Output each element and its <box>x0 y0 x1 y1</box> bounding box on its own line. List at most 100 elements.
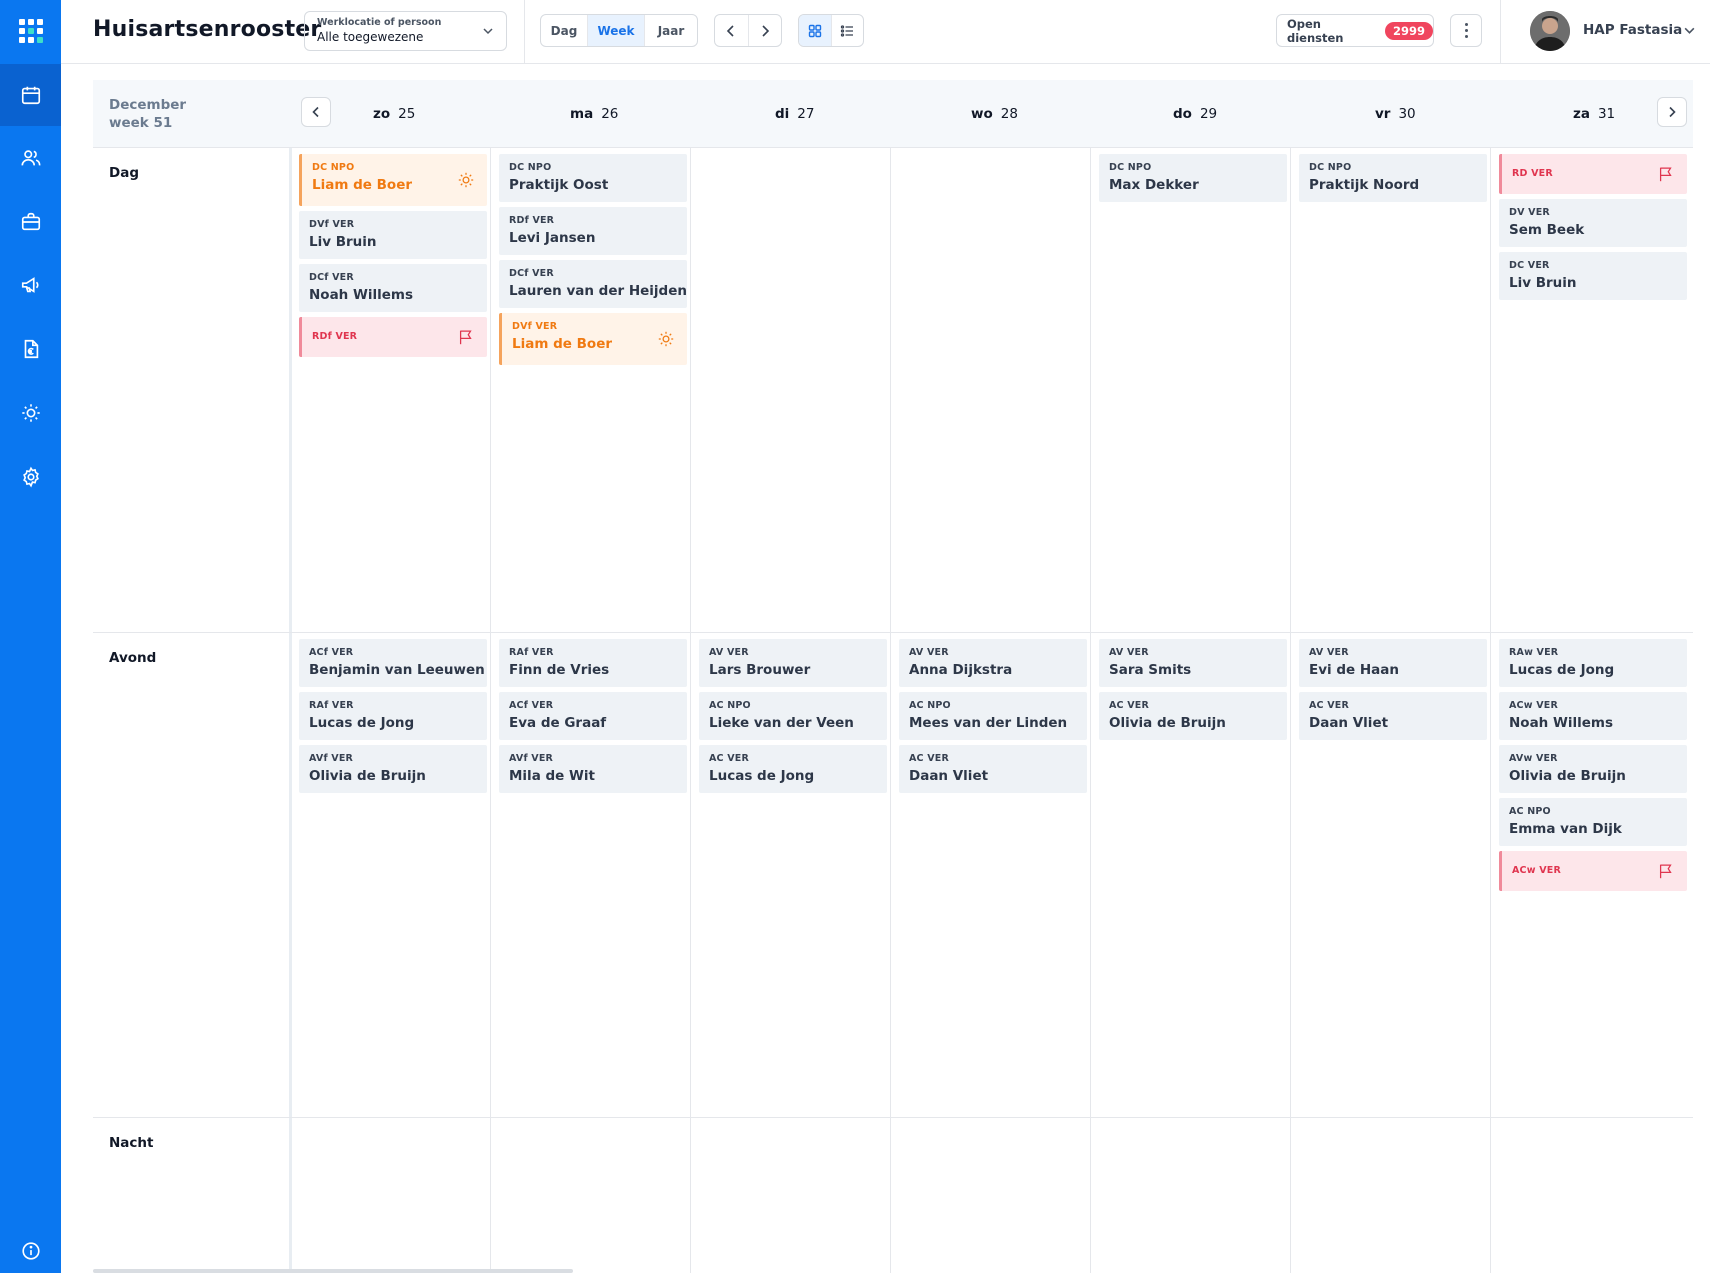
period-nav <box>714 14 782 47</box>
shift-card[interactable]: AV VER Evi de Haan <box>1299 639 1487 687</box>
shift-card[interactable]: RAf VER Finn de Vries <box>499 639 687 687</box>
shift-person-name: Lars Brouwer <box>709 662 811 678</box>
user-name[interactable]: HAP Fastasia <box>1583 22 1682 38</box>
shift-code: DC VER <box>1509 260 1550 271</box>
shift-code: AVf VER <box>309 753 354 764</box>
shift-card[interactable]: DC NPO Max Dekker <box>1099 154 1287 202</box>
grid-view-button[interactable] <box>799 15 832 46</box>
week-calendar: December week 51 zo 25 ma 26 di 27 wo 28 do 29 vr 3… <box>93 80 1693 1273</box>
shift-card[interactable]: AV VER Sara Smits <box>1099 639 1287 687</box>
shift-code: RDf VER <box>509 215 555 226</box>
sidebar-item-settings[interactable] <box>0 446 61 508</box>
day-header-di: di 27 <box>775 106 814 122</box>
open-shift-card[interactable]: ACw VER <box>1499 851 1687 891</box>
shift-person-name: Liv Bruin <box>1509 275 1577 291</box>
shift-card[interactable]: ACw VER Noah Willems <box>1499 692 1687 740</box>
chevron-down-icon[interactable] <box>1683 24 1696 37</box>
location-select-label: Werklocatie of persoon <box>317 17 442 28</box>
apps-grid-icon[interactable] <box>0 0 61 61</box>
shift-card[interactable]: AC NPO Emma van Dijk <box>1499 798 1687 846</box>
shift-card[interactable]: DCf VER Lauren van der Heijden <box>499 260 687 308</box>
sidebar-item-users[interactable] <box>0 127 61 189</box>
location-person-select[interactable]: Werklocatie of persoon Alle toegewezene <box>304 11 507 51</box>
open-shift-card[interactable]: RDf VER <box>299 317 487 357</box>
shift-card[interactable]: AC NPO Mees van der Linden <box>899 692 1087 740</box>
more-options-button[interactable] <box>1450 14 1482 47</box>
shift-person-name: Lucas de Jong <box>1509 662 1615 678</box>
view-day-button[interactable]: Dag <box>541 15 588 46</box>
row-divider <box>93 1117 1693 1118</box>
day-header-vr: vr 30 <box>1375 106 1416 122</box>
page-title: Huisartsenrooster <box>93 17 322 42</box>
day-number: 28 <box>1000 106 1018 122</box>
sidebar-item-calendar[interactable] <box>0 64 61 126</box>
shift-card[interactable]: DVf VER Liam de Boer <box>499 313 687 365</box>
open-shifts-button[interactable]: Open diensten 2999 <box>1276 14 1434 47</box>
shift-code: DVf VER <box>309 219 355 230</box>
chevron-left-icon <box>312 106 319 118</box>
shift-card[interactable]: ACf VER Eva de Graaf <box>499 692 687 740</box>
shift-card[interactable]: DC NPO Praktijk Noord <box>1299 154 1487 202</box>
shift-person-name: Olivia de Bruijn <box>1509 768 1626 784</box>
open-shift-card[interactable]: RD VER <box>1499 154 1687 194</box>
day-abbr: vr <box>1375 106 1391 122</box>
open-shifts-count-badge: 2999 <box>1384 21 1433 40</box>
briefcase-icon <box>21 212 40 231</box>
shift-card[interactable]: DC NPO Liam de Boer <box>299 154 487 206</box>
next-week-button[interactable] <box>1657 97 1687 127</box>
sidebar-item-vacation[interactable] <box>0 382 61 444</box>
shift-card[interactable]: AV VER Lars Brouwer <box>699 639 887 687</box>
shift-card[interactable]: ACf VER Benjamin van Leeuwen <box>299 639 487 687</box>
previous-period-button[interactable] <box>715 15 749 46</box>
view-mode-switch: Dag Week Jaar <box>540 14 698 47</box>
flag-icon <box>1659 167 1672 182</box>
shift-card[interactable]: AC VER Daan Vliet <box>899 745 1087 793</box>
avatar[interactable] <box>1530 11 1570 51</box>
sidebar-item-invoices[interactable] <box>0 318 61 380</box>
row-label-day: Dag <box>109 165 139 181</box>
shift-card[interactable]: AC NPO Lieke van der Veen <box>699 692 887 740</box>
shift-person-name: Sara Smits <box>1109 662 1192 678</box>
day-abbr: di <box>775 106 790 122</box>
shift-person-name: Praktijk Oost <box>509 177 609 193</box>
sidebar-item-work[interactable] <box>0 191 61 253</box>
shift-person-name: Finn de Vries <box>509 662 610 678</box>
shift-code: AC NPO <box>709 700 751 711</box>
view-year-button[interactable]: Jaar <box>645 15 697 46</box>
shift-card[interactable]: DVf VER Liv Bruin <box>299 211 487 259</box>
shift-card[interactable]: AVf VER Olivia de Bruijn <box>299 745 487 793</box>
shift-card[interactable]: RAf VER Lucas de Jong <box>299 692 487 740</box>
shift-card[interactable]: AV VER Anna Dijkstra <box>899 639 1087 687</box>
shift-card[interactable]: DCf VER Noah Willems <box>299 264 487 312</box>
shift-card[interactable]: AVw VER Olivia de Bruijn <box>1499 745 1687 793</box>
shift-card[interactable]: AVf VER Mila de Wit <box>499 745 687 793</box>
shift-card[interactable]: DV VER Sem Beek <box>1499 199 1687 247</box>
shift-card[interactable]: RDf VER Levi Jansen <box>499 207 687 255</box>
day-header-za: za 31 <box>1573 106 1615 122</box>
shift-code: DC NPO <box>312 162 355 173</box>
shift-person-name: Emma van Dijk <box>1509 821 1622 837</box>
column-divider <box>690 148 691 1273</box>
day-number: 27 <box>797 106 815 122</box>
row-label-night: Nacht <box>109 1135 154 1151</box>
info-icon <box>21 1242 40 1260</box>
kebab-dot <box>1464 23 1468 26</box>
shift-card[interactable]: RAw VER Lucas de Jong <box>1499 639 1687 687</box>
shift-card[interactable]: DC VER Liv Bruin <box>1499 252 1687 300</box>
shift-code: RAf VER <box>309 700 354 711</box>
sidebar-item-announcements[interactable] <box>0 254 61 316</box>
list-view-button[interactable] <box>832 15 864 46</box>
shift-card[interactable]: AC VER Lucas de Jong <box>699 745 887 793</box>
column-divider <box>289 148 292 1273</box>
sidebar-item-info[interactable] <box>0 1229 61 1273</box>
shift-card[interactable]: DC NPO Praktijk Oost <box>499 154 687 202</box>
shift-card[interactable]: AC VER Daan Vliet <box>1299 692 1487 740</box>
next-period-button[interactable] <box>749 15 782 46</box>
users-icon <box>20 150 41 166</box>
horizontal-scrollbar[interactable] <box>93 1269 573 1273</box>
column-divider <box>1490 148 1491 1273</box>
previous-week-button[interactable] <box>301 97 331 127</box>
shift-card[interactable]: AC VER Olivia de Bruijn <box>1099 692 1287 740</box>
view-week-button[interactable]: Week <box>588 15 645 46</box>
shift-person-name: Noah Willems <box>1509 715 1614 731</box>
